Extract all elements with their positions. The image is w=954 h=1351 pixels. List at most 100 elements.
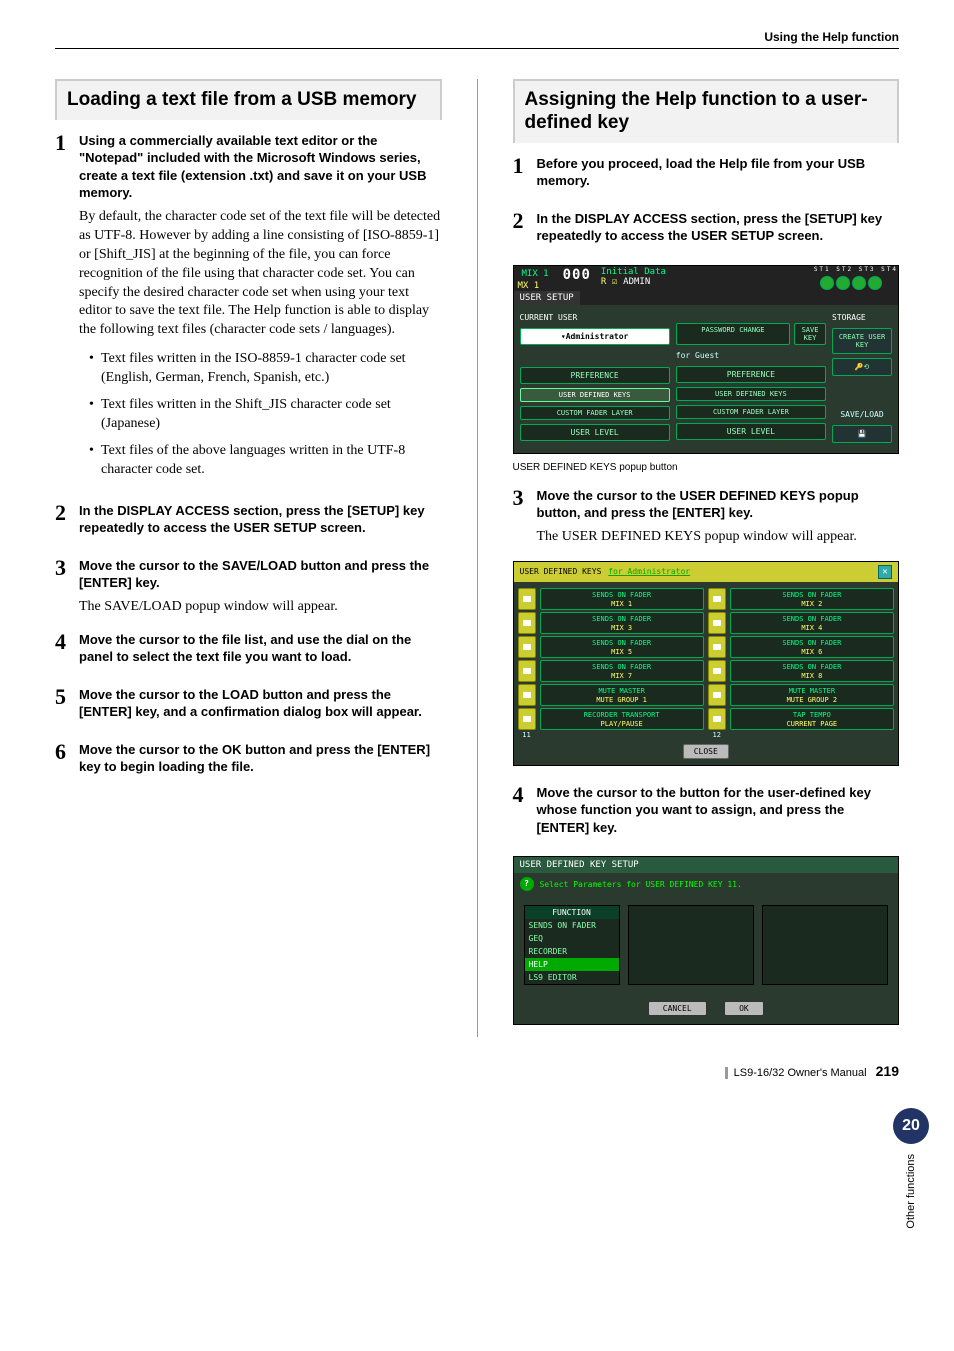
preference-button-guest[interactable]: PREFERENCE bbox=[676, 366, 826, 383]
left-column: Loading a text file from a USB memory 1 … bbox=[55, 79, 442, 1037]
close-icon[interactable]: ✕ bbox=[878, 565, 892, 579]
udk-key-button[interactable]: 1 bbox=[518, 588, 536, 610]
step-title: In the DISPLAY ACCESS section, press the… bbox=[79, 502, 442, 537]
scene-readonly: R ☑ bbox=[601, 277, 617, 287]
custom-fader-layer-button-guest[interactable]: CUSTOM FADER LAYER bbox=[676, 405, 826, 419]
function-option[interactable]: GEQ bbox=[525, 932, 619, 945]
scene-number: 000 bbox=[557, 266, 597, 288]
right-column: Assigning the Help function to a user-de… bbox=[513, 79, 900, 1037]
step-number: 6 bbox=[55, 741, 71, 782]
step-number: 2 bbox=[55, 502, 71, 543]
right-step-3: 3 Move the cursor to the USER DEFINED KE… bbox=[513, 487, 900, 547]
step-number: 4 bbox=[55, 631, 71, 672]
scene-admin: ADMIN bbox=[623, 277, 650, 287]
function-list[interactable]: FUNCTION SENDS ON FADER GEQ RECORDER HEL… bbox=[524, 905, 620, 985]
udk-popup-screenshot: USER DEFINED KEYS for Administrator ✕ 13… bbox=[513, 561, 900, 766]
udk-key-button[interactable]: 9 bbox=[518, 684, 536, 706]
function-header: FUNCTION bbox=[525, 906, 619, 919]
step-title: Using a commercially available text edit… bbox=[79, 132, 442, 202]
ok-button[interactable]: OK bbox=[724, 1001, 764, 1016]
step-text: The USER DEFINED KEYS popup window will … bbox=[537, 528, 900, 547]
step-number: 3 bbox=[55, 557, 71, 617]
current-user-label: CURRENT USER bbox=[520, 311, 670, 324]
left-heading: Loading a text file from a USB memory bbox=[55, 79, 442, 120]
udk-key-button[interactable]: 6 bbox=[708, 636, 726, 658]
function-option[interactable]: RECORDER bbox=[525, 945, 619, 958]
step-title: Move the cursor to the SAVE/LOAD button … bbox=[79, 557, 442, 592]
udk-key-label: SENDS ON FADERMIX 3 bbox=[540, 612, 704, 634]
right-step-2: 2 In the DISPLAY ACCESS section, press t… bbox=[513, 210, 900, 251]
create-user-key-button[interactable]: CREATE USER KEY bbox=[832, 328, 892, 354]
left-step-1: 1 Using a commercially available text ed… bbox=[55, 132, 442, 488]
screen-tab: USER SETUP bbox=[514, 291, 580, 305]
preference-button[interactable]: PREFERENCE bbox=[520, 367, 670, 384]
close-button[interactable]: CLOSE bbox=[683, 744, 729, 759]
left-step-4: 4 Move the cursor to the file list, and … bbox=[55, 631, 442, 672]
step-number: 1 bbox=[55, 132, 71, 488]
scene-name: Initial Data bbox=[601, 267, 666, 277]
udk-key-label: SENDS ON FADERMIX 4 bbox=[730, 612, 894, 634]
step-number: 1 bbox=[513, 155, 529, 196]
udk-key-button[interactable]: 12 bbox=[708, 708, 726, 730]
udk-for-admin: for Administrator bbox=[608, 567, 690, 576]
help-icon: ? bbox=[520, 877, 534, 891]
step-title: In the DISPLAY ACCESS section, press the… bbox=[537, 210, 900, 245]
step-title: Move the cursor to the USER DEFINED KEYS… bbox=[537, 487, 900, 522]
udk-key-button[interactable]: 7 bbox=[518, 660, 536, 682]
udk-key-label: MUTE MASTERMUTE GROUP 1 bbox=[540, 684, 704, 706]
step-title: Move the cursor to the LOAD button and p… bbox=[79, 686, 442, 721]
udk-key-button[interactable]: 8 bbox=[708, 660, 726, 682]
page-header: Using the Help function bbox=[55, 30, 899, 49]
param-box-1 bbox=[628, 905, 754, 985]
right-step-1: 1 Before you proceed, load the Help file… bbox=[513, 155, 900, 196]
step-bullets: Text files written in the ISO-8859-1 cha… bbox=[79, 350, 442, 479]
password-change-button[interactable]: PASSWORD CHANGE bbox=[676, 323, 790, 345]
step-title: Move the cursor to the button for the us… bbox=[537, 784, 900, 837]
udk-key-button[interactable]: 3 bbox=[518, 612, 536, 634]
chapter-label: Other functions bbox=[905, 1150, 917, 1233]
udk-key-button[interactable]: 10 bbox=[708, 684, 726, 706]
right-step-4: 4 Move the cursor to the button for the … bbox=[513, 784, 900, 843]
function-option[interactable]: LS9 EDITOR bbox=[525, 971, 619, 984]
step-number: 2 bbox=[513, 210, 529, 251]
ch-knob-icon bbox=[852, 276, 866, 290]
custom-fader-layer-button[interactable]: CUSTOM FADER LAYER bbox=[520, 406, 670, 420]
ch-labels: ST1 ST2 ST3 ST4 bbox=[814, 266, 898, 273]
bus-label-top: MIX 1 bbox=[518, 267, 553, 281]
user-level-button-guest[interactable]: USER LEVEL bbox=[676, 423, 826, 440]
step-number: 4 bbox=[513, 784, 529, 843]
storage-label: STORAGE bbox=[832, 311, 892, 324]
chapter-number: 20 bbox=[893, 1108, 929, 1144]
cancel-button[interactable]: CANCEL bbox=[648, 1001, 707, 1016]
bullet-item: Text files written in the ISO-8859-1 cha… bbox=[89, 350, 442, 388]
function-option-selected[interactable]: HELP bbox=[525, 958, 619, 971]
bullet-item: Text files written in the Shift_JIS char… bbox=[89, 396, 442, 434]
udk-key-label: SENDS ON FADERMIX 7 bbox=[540, 660, 704, 682]
column-divider bbox=[477, 79, 478, 1037]
for-guest-label: for Guest bbox=[676, 349, 826, 362]
administrator-button[interactable]: ▾Administrator bbox=[520, 328, 670, 345]
udk-key-label: SENDS ON FADERMIX 6 bbox=[730, 636, 894, 658]
user-defined-keys-button-guest[interactable]: USER DEFINED KEYS bbox=[676, 387, 826, 401]
usb-key-icon[interactable]: 🔑⟲ bbox=[832, 358, 892, 376]
step-title: Move the cursor to the file list, and us… bbox=[79, 631, 442, 666]
step-title: Move the cursor to the OK button and pre… bbox=[79, 741, 442, 776]
chapter-thumb-tab: 20 Other functions bbox=[893, 1108, 929, 1233]
user-level-button[interactable]: USER LEVEL bbox=[520, 424, 670, 441]
udk-key-button[interactable]: 2 bbox=[708, 588, 726, 610]
udk-key-button[interactable]: 4 bbox=[708, 612, 726, 634]
left-step-2: 2 In the DISPLAY ACCESS section, press t… bbox=[55, 502, 442, 543]
udk-key-button[interactable]: 5 bbox=[518, 636, 536, 658]
udk-key-button[interactable]: 11 bbox=[518, 708, 536, 730]
udk-key-label: SENDS ON FADERMIX 1 bbox=[540, 588, 704, 610]
content-columns: Loading a text file from a USB memory 1 … bbox=[55, 79, 899, 1037]
step-text: The SAVE/LOAD popup window will appear. bbox=[79, 598, 442, 617]
save-load-button[interactable]: 💾 bbox=[832, 425, 892, 443]
ch-knob-icon bbox=[820, 276, 834, 290]
screenshot-caption: USER DEFINED KEYS popup button bbox=[513, 462, 900, 473]
udk-key-label: RECORDER TRANSPORTPLAY/PAUSE bbox=[540, 708, 704, 730]
user-setup-screenshot: MIX 1 MX 1 000 Initial Data R ☑ADMIN ST1… bbox=[513, 265, 900, 454]
function-option[interactable]: SENDS ON FADER bbox=[525, 919, 619, 932]
user-defined-keys-button[interactable]: USER DEFINED KEYS bbox=[520, 388, 670, 402]
save-key-button[interactable]: SAVE KEY bbox=[794, 323, 826, 345]
